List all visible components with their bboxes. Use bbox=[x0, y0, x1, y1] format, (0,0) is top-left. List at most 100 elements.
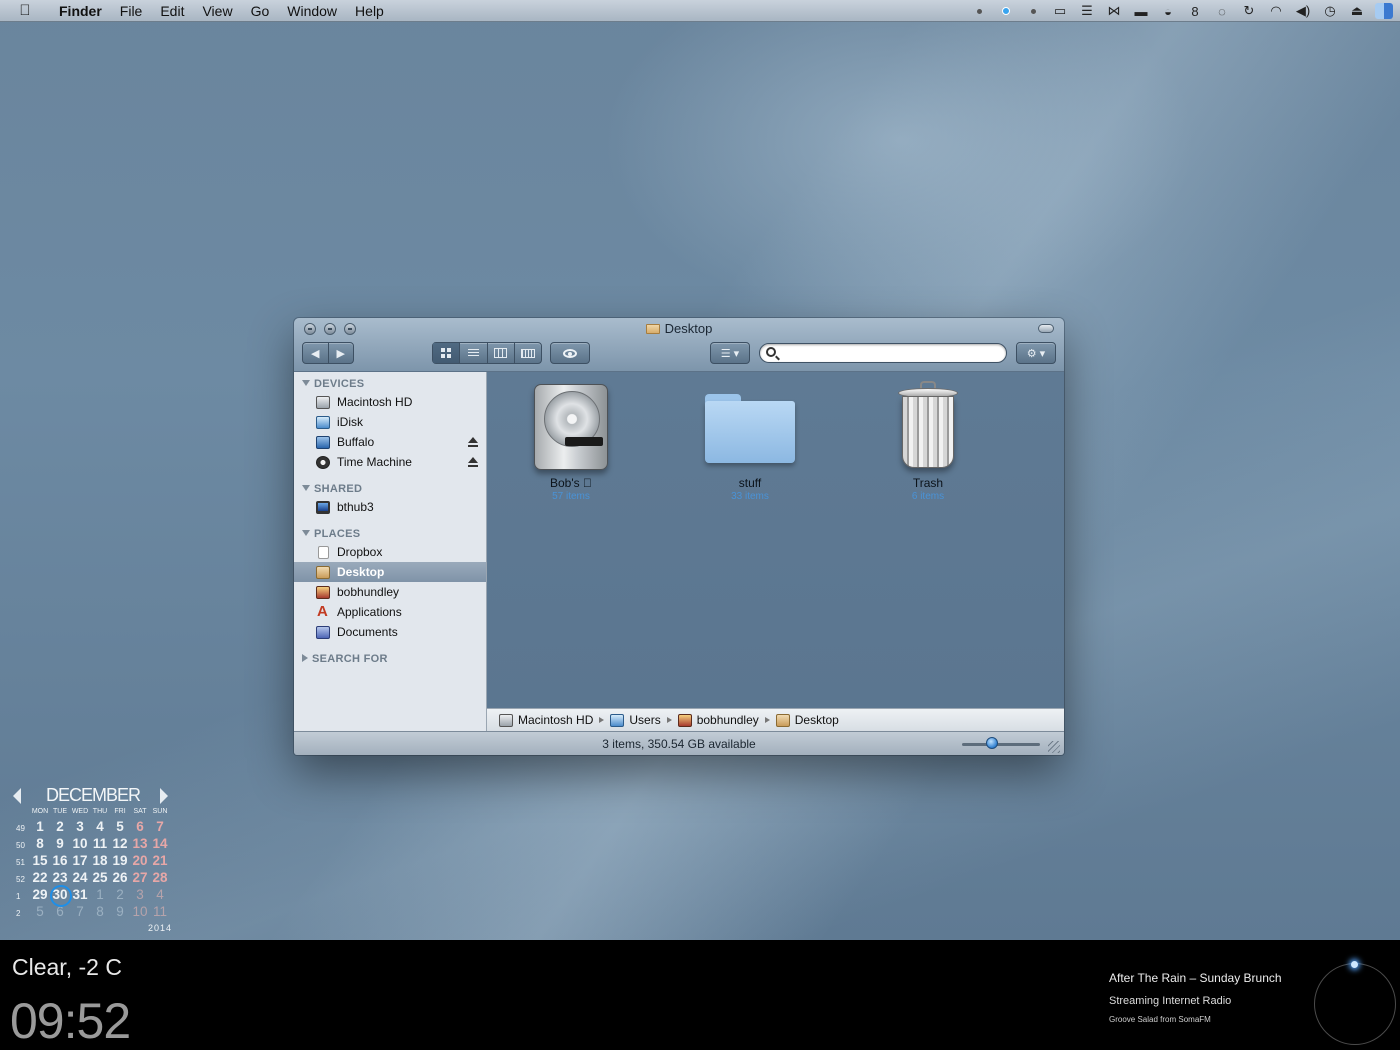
calendar-day[interactable]: 23 bbox=[50, 870, 70, 885]
calendar-day[interactable]: 4 bbox=[150, 887, 170, 902]
volume-icon[interactable]: ◀) bbox=[1293, 3, 1313, 19]
path-item-macintosh-hd[interactable]: Macintosh HD bbox=[499, 713, 593, 727]
sidebar-item-bobhundley[interactable]: bobhundley bbox=[294, 582, 486, 602]
sidebar-item-buffalo[interactable]: Buffalo bbox=[294, 432, 486, 452]
path-item-desktop[interactable]: Desktop bbox=[775, 713, 839, 727]
dot-icon[interactable] bbox=[969, 3, 989, 19]
calendar-day[interactable]: 17 bbox=[70, 853, 90, 868]
stack-icon[interactable]: ☰ bbox=[1077, 3, 1097, 19]
calendar-day[interactable]: 20 bbox=[130, 853, 150, 868]
calendar-day[interactable]: 10 bbox=[130, 904, 150, 919]
sidebar-section-devices[interactable]: DEVICES bbox=[302, 378, 364, 390]
menu-app-name[interactable]: Finder bbox=[50, 0, 111, 22]
sidebar-section-shared[interactable]: SHARED bbox=[302, 483, 362, 495]
calendar-day[interactable]: 3 bbox=[130, 887, 150, 902]
calendar-day[interactable]: 8 bbox=[30, 836, 50, 851]
calendar-day[interactable]: 29 bbox=[30, 887, 50, 902]
terminal-icon[interactable]: ▭ bbox=[1050, 3, 1070, 19]
sidebar-item-bthub3[interactable]: bthub3 bbox=[294, 497, 486, 517]
calendar-day[interactable]: 16 bbox=[50, 853, 70, 868]
window-titlebar[interactable]: Desktop ◀ ▶ ☰ ▾ ⚙ ▾ bbox=[294, 318, 1064, 372]
calendar-day[interactable]: 5 bbox=[110, 819, 130, 834]
calendar-day[interactable]: 3 bbox=[70, 819, 90, 834]
menu-view[interactable]: View bbox=[193, 0, 241, 22]
calendar-day[interactable]: 26 bbox=[110, 870, 130, 885]
path-item-users[interactable]: Users bbox=[610, 713, 661, 727]
file-item-stuff[interactable]: stuff 33 items bbox=[690, 384, 810, 502]
spinner-icon[interactable]: ◌ bbox=[1212, 3, 1232, 19]
sidebar-item-idisk[interactable]: iDisk bbox=[294, 412, 486, 432]
calendar-day[interactable]: 28 bbox=[150, 870, 170, 885]
calendar-day[interactable]: 9 bbox=[110, 904, 130, 919]
menu-help[interactable]: Help bbox=[346, 0, 393, 22]
calendar-day[interactable]: 1 bbox=[90, 887, 110, 902]
time-machine-icon[interactable]: ↻ bbox=[1239, 3, 1259, 19]
disclosure-triangle-icon[interactable] bbox=[302, 380, 310, 386]
icon-view-button[interactable] bbox=[433, 343, 461, 363]
menu-window[interactable]: Window bbox=[278, 0, 346, 22]
wifi-icon[interactable]: ◠ bbox=[1266, 3, 1286, 19]
calendar-day[interactable]: 1 bbox=[30, 819, 50, 834]
calendar-day-today[interactable]: 30 bbox=[50, 885, 72, 907]
file-item-bobs-drive[interactable]: Bob's  57 items bbox=[511, 384, 631, 502]
eye-icon[interactable]: ◒ bbox=[1158, 3, 1178, 19]
display-icon[interactable]: ▬ bbox=[1131, 3, 1151, 19]
toolbar-toggle-button[interactable] bbox=[1038, 324, 1054, 333]
calendar-day[interactable]: 9 bbox=[50, 836, 70, 851]
icon-size-slider-knob[interactable] bbox=[985, 737, 998, 749]
sidebar-item-documents[interactable]: Documents bbox=[294, 622, 486, 642]
forward-button[interactable]: ▶ bbox=[329, 343, 354, 363]
clock-icon[interactable]: ◷ bbox=[1320, 3, 1340, 19]
calendar-day[interactable]: 31 bbox=[70, 887, 90, 902]
sidebar-item-time-machine[interactable]: Time Machine bbox=[294, 452, 486, 472]
eject-icon[interactable] bbox=[468, 437, 478, 447]
calendar-day[interactable]: 8 bbox=[90, 904, 110, 919]
calendar-day[interactable]: 7 bbox=[70, 904, 90, 919]
sidebar-section-places[interactable]: PLACES bbox=[302, 528, 360, 540]
file-browser-content[interactable]: Bob's  57 items stuff 33 items Trash 6 … bbox=[487, 372, 1064, 708]
calendar-day[interactable]: 11 bbox=[90, 836, 110, 851]
calendar-day[interactable]: 19 bbox=[110, 853, 130, 868]
search-input[interactable] bbox=[782, 345, 1002, 361]
calendar-day[interactable]: 5 bbox=[30, 904, 50, 919]
calendar-day[interactable]: 2 bbox=[110, 887, 130, 902]
apple-icon[interactable]:  bbox=[0, 2, 50, 19]
list-view-button[interactable] bbox=[460, 343, 488, 363]
calendar-day[interactable]: 15 bbox=[30, 853, 50, 868]
file-item-trash[interactable]: Trash 6 items bbox=[868, 380, 988, 502]
sidebar-item-desktop[interactable]: Desktop bbox=[294, 562, 486, 582]
sidebar-item-applications[interactable]: Applications bbox=[294, 602, 486, 622]
search-field[interactable] bbox=[759, 343, 1007, 363]
calendar-day[interactable]: 25 bbox=[90, 870, 110, 885]
calendar-day[interactable]: 13 bbox=[130, 836, 150, 851]
icon-size-slider[interactable] bbox=[962, 743, 1040, 746]
bowtie-icon[interactable]: 8 bbox=[1185, 3, 1205, 19]
calendar-day[interactable]: 24 bbox=[70, 870, 90, 885]
blue-dot-icon[interactable] bbox=[996, 3, 1016, 19]
calendar-day[interactable]: 18 bbox=[90, 853, 110, 868]
eject-icon[interactable]: ⏏ bbox=[1347, 3, 1367, 19]
sidebar-item-macintosh-hd[interactable]: Macintosh HD bbox=[294, 392, 486, 412]
disclosure-triangle-icon[interactable] bbox=[302, 485, 310, 491]
coverflow-view-button[interactable] bbox=[515, 343, 541, 363]
calendar-day[interactable]: 12 bbox=[110, 836, 130, 851]
calendar-day[interactable]: 4 bbox=[90, 819, 110, 834]
disclosure-triangle-icon[interactable] bbox=[302, 530, 310, 536]
butterfly-icon[interactable]: ⋈ bbox=[1104, 3, 1124, 19]
menu-edit[interactable]: Edit bbox=[151, 0, 193, 22]
radio-orb[interactable] bbox=[1314, 963, 1396, 1045]
arrange-button[interactable]: ☰ ▾ bbox=[710, 342, 750, 364]
back-button[interactable]: ◀ bbox=[303, 343, 329, 363]
calendar-day[interactable]: 6 bbox=[130, 819, 150, 834]
action-button[interactable]: ⚙ ▾ bbox=[1016, 342, 1056, 364]
path-item-bobhundley[interactable]: bobhundley bbox=[677, 713, 759, 727]
disclosure-triangle-icon[interactable] bbox=[302, 654, 308, 662]
menu-file[interactable]: File bbox=[111, 0, 152, 22]
resize-grip-icon[interactable] bbox=[1048, 741, 1060, 753]
calendar-day[interactable]: 22 bbox=[30, 870, 50, 885]
calendar-day[interactable]: 11 bbox=[150, 904, 170, 919]
quick-look-button[interactable] bbox=[550, 342, 590, 364]
calendar-day[interactable]: 14 bbox=[150, 836, 170, 851]
sidebar-section-search-for[interactable]: SEARCH FOR bbox=[302, 653, 388, 665]
calendar-day[interactable]: 7 bbox=[150, 819, 170, 834]
